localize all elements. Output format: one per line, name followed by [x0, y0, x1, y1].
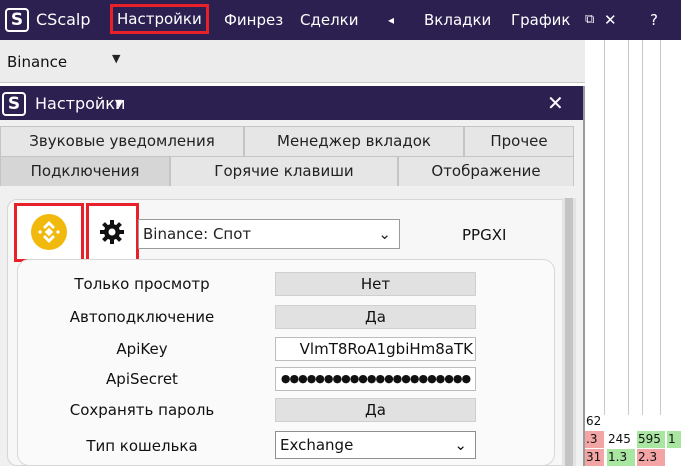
view-only-toggle[interactable]: Нет — [275, 272, 476, 296]
window-restore-icon[interactable]: ⧉ — [585, 12, 594, 27]
exchange-select-value: Binance: Спот — [143, 225, 252, 243]
auto-connect-label: Автоподключение — [69, 308, 215, 326]
orderbook-divider — [642, 40, 643, 415]
orderbook-divider — [660, 40, 661, 415]
save-password-label: Сохранять пароль — [69, 401, 215, 419]
app-name: CScalp — [36, 10, 91, 29]
cscalp-logo-icon: S — [2, 92, 26, 116]
exchange-dropdown-icon[interactable]: ▼ — [112, 52, 120, 65]
orderbook-cell: 595 — [637, 431, 665, 448]
chevron-down-icon: ⌄ — [378, 225, 391, 243]
account-name: PPGXI — [462, 226, 507, 244]
back-arrow-icon[interactable]: ◂ — [388, 13, 394, 27]
menu-chart[interactable]: График — [511, 11, 571, 29]
vertical-scrollbar[interactable] — [562, 198, 576, 466]
tab-hotkeys[interactable]: Горячие клавиши — [170, 156, 398, 186]
tab-display[interactable]: Отображение — [398, 156, 574, 186]
orderbook-cell: 31 — [585, 449, 604, 466]
orderbook-cell: 245 — [608, 432, 631, 446]
chevron-down-icon: ⌄ — [454, 436, 467, 454]
orderbook-cell: 62 — [586, 414, 602, 428]
settings-dialog: S Настройки ▾ ✕ Звуковые уведомления Мен… — [0, 86, 585, 466]
view-only-label: Только просмотр — [74, 275, 210, 293]
cscalp-logo-icon: S — [5, 8, 29, 32]
menu-settings[interactable]: Настройки — [110, 4, 209, 34]
orderbook-divider — [604, 40, 605, 415]
tab-other[interactable]: Прочее — [464, 126, 574, 156]
exchange-bar: Binance ▼ — [0, 40, 585, 83]
orderbook-cell: 1.3 — [607, 449, 635, 466]
menu-tabs[interactable]: Вкладки — [424, 11, 491, 29]
api-key-label: ApiKey — [116, 340, 168, 358]
binance-circle — [31, 214, 67, 250]
scrollbar-thumb[interactable] — [565, 198, 573, 466]
help-button[interactable]: ? — [650, 11, 658, 29]
tab-connections[interactable]: Подключения — [0, 156, 170, 186]
api-key-input[interactable]: VlmT8RoA1gbiHm8aTK — [275, 337, 476, 361]
gear-icon[interactable] — [86, 203, 139, 262]
wallet-type-value: Exchange — [280, 436, 354, 454]
api-secret-label: ApiSecret — [106, 370, 178, 388]
exchange-select[interactable]: Binance: Спот ⌄ — [138, 219, 400, 249]
tab-tab-manager[interactable]: Менеджер вкладок — [244, 126, 464, 156]
dialog-titlebar: S Настройки ▾ ✕ — [0, 86, 583, 120]
close-icon[interactable]: ✕ — [604, 11, 617, 29]
app-toolbar: S CScalp Настройки Финрез Сделки ◂ Вклад… — [0, 0, 681, 40]
orderbook-divider — [628, 40, 629, 415]
save-password-toggle[interactable]: Да — [275, 398, 476, 422]
orderbook-cell: 2.3 — [637, 449, 665, 466]
wallet-type-label: Тип кошелька — [86, 437, 198, 455]
wallet-type-select[interactable]: Exchange ⌄ — [275, 431, 476, 459]
dialog-close-icon[interactable]: ✕ — [547, 91, 564, 115]
tab-sound-notifications[interactable]: Звуковые уведомления — [0, 126, 244, 156]
binance-logo-icon[interactable] — [14, 203, 84, 262]
chevron-down-icon[interactable]: ▾ — [115, 95, 122, 111]
orderbook-panel — [585, 40, 681, 466]
exchange-name[interactable]: Binance — [7, 53, 67, 71]
api-secret-input[interactable]: ●●●●●●●●●●●●●●●●●●●●●● — [275, 367, 476, 391]
menu-finrez[interactable]: Финрез — [224, 11, 283, 29]
orderbook-cell: 1 — [667, 431, 681, 448]
binance-diamond-icon — [37, 221, 61, 243]
gear-glyph — [100, 220, 124, 244]
dialog-title[interactable]: Настройки — [35, 94, 125, 113]
menu-deals[interactable]: Сделки — [300, 11, 358, 29]
orderbook-cell: .3 — [585, 431, 604, 448]
auto-connect-toggle[interactable]: Да — [275, 305, 476, 329]
